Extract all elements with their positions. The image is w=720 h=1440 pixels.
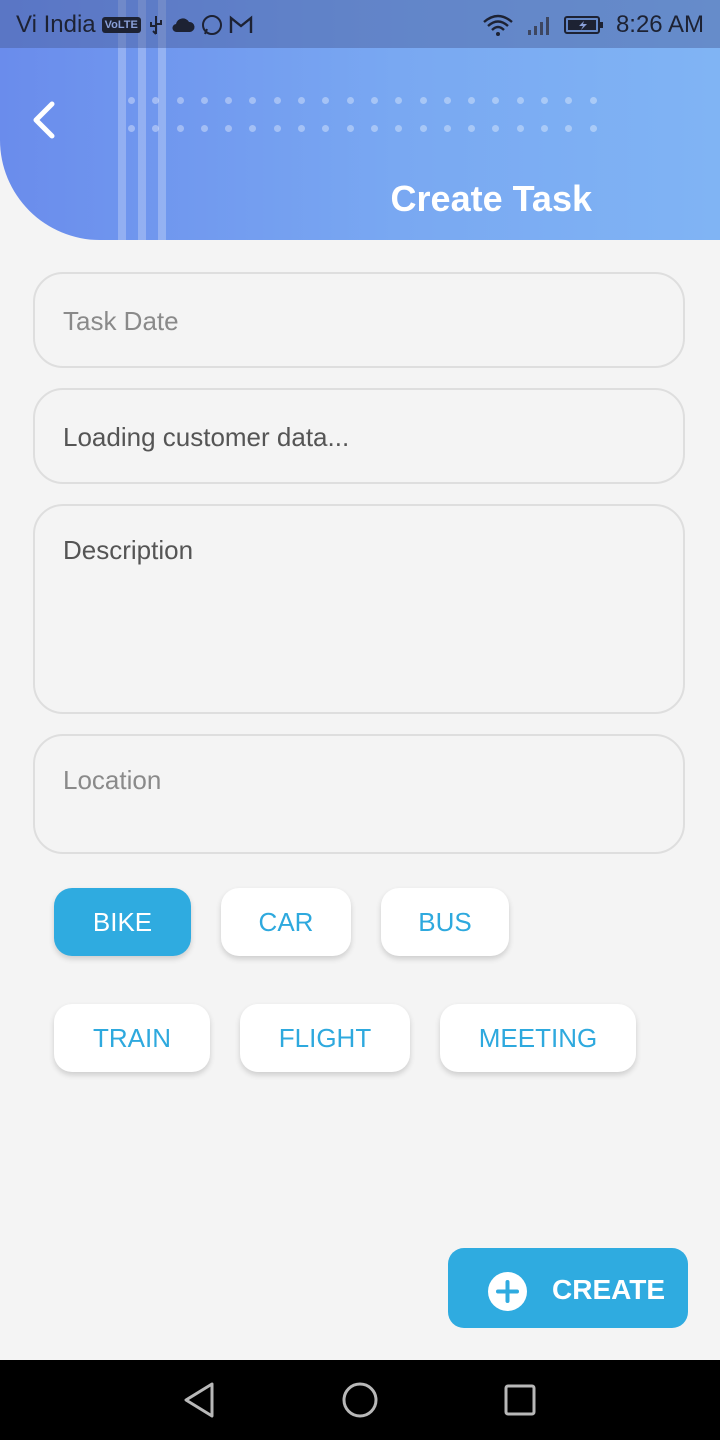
header-decor-dot — [541, 125, 549, 132]
header-decor-dot — [225, 97, 233, 104]
signal-icon — [527, 17, 549, 35]
header-decor-dot — [443, 125, 451, 132]
header-decor-dot — [419, 97, 427, 104]
header-decor-dot — [225, 125, 233, 132]
wifi-icon — [483, 14, 513, 36]
mode-chip-train[interactable]: TRAIN — [54, 1004, 210, 1072]
header-decor-dot — [468, 125, 476, 132]
mode-chip-label: BIKE — [92, 906, 153, 937]
header-decor-dot — [492, 125, 500, 132]
header-decor-dot — [152, 125, 160, 132]
mode-chip-label: BUS — [418, 906, 472, 937]
nav-home-button[interactable] — [338, 1378, 382, 1422]
gmail-icon — [229, 15, 253, 33]
nav-home-icon — [342, 1382, 378, 1418]
header-decor-dot — [492, 97, 500, 104]
header-decor-dot — [176, 125, 184, 132]
header-decor-dot — [128, 97, 135, 104]
header-decor-dot — [346, 97, 354, 104]
mode-chip-meeting[interactable]: MEETING — [440, 1004, 636, 1072]
header-decor-dot — [443, 97, 451, 104]
header-decor-dot — [589, 97, 597, 104]
customer-select-value: Loading customer data... — [63, 422, 350, 452]
header-decor-dot — [346, 125, 354, 132]
clock: 8:26 AM — [615, 11, 704, 38]
header-decor-dot — [589, 125, 597, 132]
mode-chip-label: TRAIN — [93, 1022, 171, 1053]
nav-recents-icon — [504, 1384, 536, 1416]
header-decor-dot — [249, 125, 257, 132]
cloud-icon — [172, 18, 195, 33]
header-decor-dot — [128, 125, 135, 132]
page-title: Create Task — [390, 178, 592, 219]
location-field[interactable]: Location — [33, 734, 685, 854]
create-button-label: CREATE — [552, 1274, 666, 1305]
header-decor-dot — [273, 97, 281, 104]
volte-badge: VoLTE — [101, 17, 141, 33]
header-decor-dot — [370, 125, 378, 132]
mode-chip-bike[interactable]: BIKE — [54, 888, 191, 956]
header-decor-dot — [298, 97, 306, 104]
mode-chip-flight[interactable]: FLIGHT — [240, 1004, 410, 1072]
header-decor-dot — [298, 125, 306, 132]
header-decor-dot — [395, 125, 403, 132]
status-bar: Vi India VoLTE 8:26 AM — [0, 0, 720, 48]
header-decor-dot — [541, 97, 549, 104]
header-decor-dot — [322, 125, 330, 132]
mode-chip-car[interactable]: CAR — [221, 888, 351, 956]
nav-back-icon — [184, 1382, 214, 1418]
plus-circle-icon — [488, 1272, 527, 1311]
nav-back-button[interactable] — [178, 1378, 222, 1422]
header-decor-dot — [516, 125, 524, 132]
mode-chip-label: MEETING — [478, 1022, 598, 1053]
mode-chip-label: FLIGHT — [278, 1022, 372, 1053]
whatsapp-icon — [201, 15, 222, 35]
header-decor-dot — [176, 97, 184, 104]
description-field[interactable]: Description — [33, 504, 685, 714]
header-decor-dot — [419, 125, 427, 132]
header-decor-dot — [322, 97, 330, 104]
back-button[interactable] — [26, 96, 66, 144]
carrier-label: Vi India — [16, 11, 96, 38]
usb-icon — [149, 16, 162, 35]
header-decor-dot — [516, 97, 524, 104]
description-placeholder: Description — [63, 535, 194, 565]
header-decor-dot — [370, 97, 378, 104]
header-decor-dot — [468, 97, 476, 104]
battery-icon — [563, 16, 603, 34]
header-decor-dot — [565, 97, 573, 104]
chevron-left-icon — [33, 101, 55, 139]
header-decor-dot — [249, 97, 257, 104]
nav-recents-button[interactable] — [498, 1378, 542, 1422]
system-nav-bar — [0, 1360, 720, 1440]
header-decor-dot — [200, 125, 208, 132]
location-placeholder: Location — [63, 765, 162, 795]
task-date-field[interactable]: Task Date — [33, 272, 685, 368]
task-date-placeholder: Task Date — [63, 306, 179, 336]
mode-chip-label: CAR — [258, 906, 314, 937]
header-decor-dot — [200, 97, 208, 104]
header-decor-dot — [273, 125, 281, 132]
mode-chip-bus[interactable]: BUS — [381, 888, 509, 956]
customer-select-field[interactable]: Loading customer data... — [33, 388, 685, 484]
create-button[interactable]: CREATE — [448, 1248, 688, 1328]
header-decor-dots — [128, 97, 614, 153]
header-decor-dot — [152, 97, 160, 104]
header-decor-dot — [565, 125, 573, 132]
header-decor-dot — [395, 97, 403, 104]
